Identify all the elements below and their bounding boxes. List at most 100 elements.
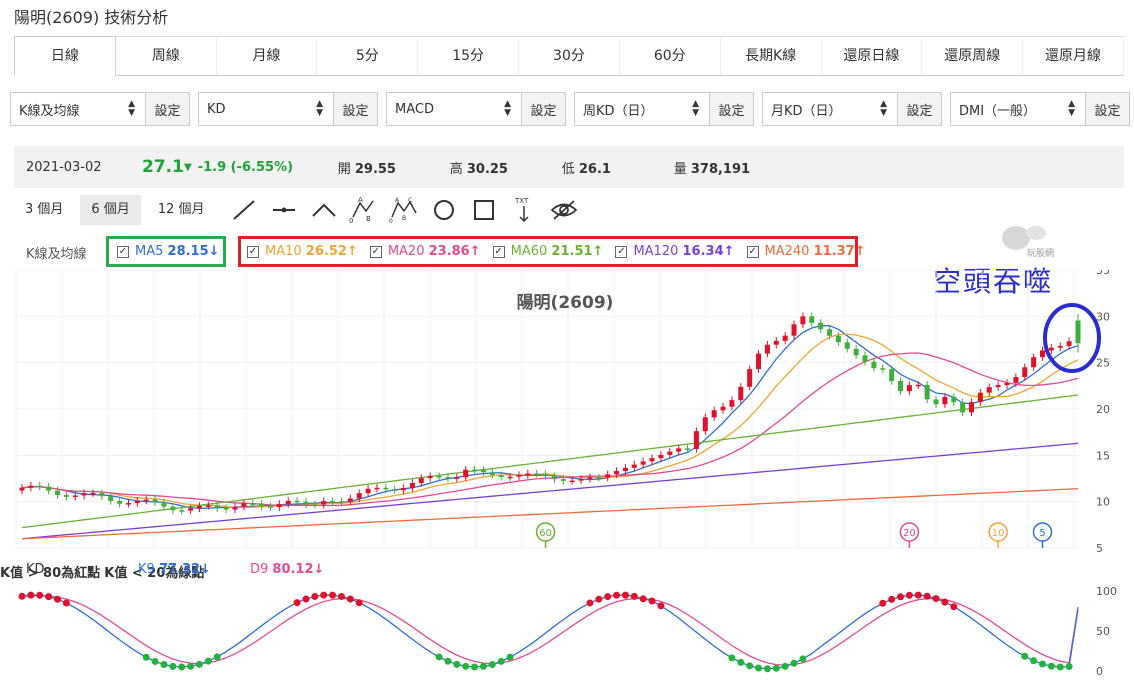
kd-green-dot xyxy=(772,664,780,672)
indicator-select-4[interactable]: 周KD（日） ▲ ▼ xyxy=(575,93,710,125)
range-3m-button[interactable]: 3 個月 xyxy=(14,195,74,225)
kd-red-dot xyxy=(604,593,612,601)
kd-green-dot xyxy=(213,653,221,661)
ma20-value: 23.86↑ xyxy=(428,244,481,259)
candle-body xyxy=(827,329,833,336)
indicator-select-5[interactable]: 月KD（日） ▲ ▼ xyxy=(763,93,898,125)
y-tick-label: 10 xyxy=(1096,496,1110,509)
tab-long-term[interactable]: 長期K線 xyxy=(720,36,822,75)
candle-body xyxy=(631,464,637,468)
ma5-toggle[interactable]: ✓ MA5 28.15↓ xyxy=(117,244,220,259)
checkbox-icon[interactable]: ✓ xyxy=(615,245,628,258)
tab-15min[interactable]: 15分 xyxy=(418,36,520,75)
candle-body xyxy=(392,489,398,491)
candle-body xyxy=(667,451,673,455)
y-tick-label: 5 xyxy=(1096,542,1103,555)
kd-red-dot xyxy=(293,599,301,607)
settings-button-5[interactable]: 設定 xyxy=(898,93,941,125)
candle-body xyxy=(711,410,717,418)
tab-adjusted-daily[interactable]: 還原日線 xyxy=(821,36,923,75)
kd-green-dot xyxy=(497,657,505,665)
horizontal-line-icon[interactable] xyxy=(266,195,302,225)
indicator-group-6: DMI（一般） ▲ ▼ 設定 xyxy=(950,92,1130,126)
watermark-text: 玩股網 xyxy=(1027,247,1054,258)
ma5-value: 28.15↓ xyxy=(167,244,220,259)
settings-button-1[interactable]: 設定 xyxy=(146,93,189,125)
candle-body xyxy=(312,504,318,507)
kd-red-dot xyxy=(320,591,328,599)
moving-average-lines xyxy=(21,325,1079,540)
page-title: 陽明(2609) 技術分析 xyxy=(14,8,169,27)
kd-green-dot xyxy=(790,659,798,667)
candle-body xyxy=(214,505,220,509)
checkbox-icon[interactable]: ✓ xyxy=(746,245,759,258)
kd-red-dot xyxy=(879,599,887,607)
kd-red-dot xyxy=(941,598,949,606)
tab-30min[interactable]: 30分 xyxy=(519,36,620,75)
circle-tool-icon[interactable] xyxy=(426,195,462,225)
checkbox-icon[interactable]: ✓ xyxy=(117,245,129,258)
settings-button-2[interactable]: 設定 xyxy=(334,93,377,125)
ma240-name: MA240 xyxy=(764,244,810,259)
candle-body xyxy=(1066,341,1072,346)
kd-green-dot xyxy=(1039,660,1047,668)
checkbox-icon[interactable]: ✓ xyxy=(369,245,382,258)
kd-green-dot xyxy=(1030,657,1038,665)
kd-green-dot xyxy=(142,653,150,661)
indicator-select-6[interactable]: DMI（一般） ▲ ▼ xyxy=(951,93,1086,125)
candle-body xyxy=(933,399,939,405)
text-tool-label: TXT xyxy=(514,197,529,205)
checkbox-icon[interactable]: ✓ xyxy=(247,245,259,258)
ma240-toggle[interactable]: ✓ MA240 11.37↑ xyxy=(746,244,866,259)
ma10-toggle[interactable]: ✓ MA10 26.52↑ xyxy=(247,244,358,259)
ma60-line xyxy=(21,394,1079,529)
abc-pattern-icon[interactable]: A B 0 xyxy=(346,195,382,225)
angle-tool-icon[interactable] xyxy=(306,195,342,225)
line-tool-icon[interactable] xyxy=(226,195,262,225)
settings-button-6[interactable]: 設定 xyxy=(1086,93,1129,125)
checkbox-icon[interactable]: ✓ xyxy=(492,245,505,258)
candle-body xyxy=(338,501,344,503)
text-tool-icon[interactable]: TXT xyxy=(506,195,542,225)
y-tick-label: 25 xyxy=(1096,357,1110,370)
tab-adjusted-monthly[interactable]: 還原月線 xyxy=(1023,36,1124,75)
quote-low-value: 26.1 xyxy=(578,161,611,177)
kd-green-dot xyxy=(160,661,168,669)
candle-body xyxy=(685,448,691,450)
candle-body xyxy=(489,472,495,476)
down-triangle-icon: ▼ xyxy=(184,161,192,173)
ma20-toggle[interactable]: ✓ MA20 23.86↑ xyxy=(369,244,481,259)
kd-chart: 100 50 0 xyxy=(18,585,1117,678)
hide-icon[interactable] xyxy=(546,195,582,225)
indicator-select-2[interactable]: KD ▲ ▼ xyxy=(199,93,334,125)
tab-adjusted-weekly[interactable]: 還原周線 xyxy=(922,36,1024,75)
indicator-select-1[interactable]: K線及均線 ▲ ▼ xyxy=(11,93,146,125)
kd-red-dot xyxy=(621,591,629,599)
ma60-toggle[interactable]: ✓ MA60 21.51↑ xyxy=(492,244,603,259)
indicator-group-2: KD ▲ ▼ 設定 xyxy=(198,92,378,126)
kd-green-dot xyxy=(737,658,745,666)
rectangle-tool-icon[interactable] xyxy=(466,195,502,225)
candle-body xyxy=(942,396,948,405)
settings-button-3[interactable]: 設定 xyxy=(522,93,565,125)
kd-green-dot xyxy=(151,657,159,665)
range-12m-button[interactable]: 12 個月 xyxy=(147,195,216,225)
ma120-toggle[interactable]: ✓ MA120 16.34↑ xyxy=(615,244,735,259)
settings-button-4[interactable]: 設定 xyxy=(710,93,753,125)
kd-red-dot xyxy=(18,592,26,600)
tab-daily[interactable]: 日線 xyxy=(14,36,116,76)
tab-weekly[interactable]: 周線 xyxy=(115,36,217,75)
range-6m-button[interactable]: 6 個月 xyxy=(80,195,141,225)
abcd-pattern-icon[interactable]: A C B 0 xyxy=(386,195,422,225)
candles xyxy=(19,312,1081,515)
tab-60min[interactable]: 60分 xyxy=(619,36,721,75)
candle-body xyxy=(1022,367,1028,377)
candle-body xyxy=(649,458,655,462)
candle-body xyxy=(54,490,60,496)
tab-5min[interactable]: 5分 xyxy=(317,36,419,75)
candle-body xyxy=(409,483,415,489)
tab-monthly[interactable]: 月線 xyxy=(216,36,318,75)
candle-body xyxy=(569,480,575,483)
indicator-select-3[interactable]: MACD ▲ ▼ xyxy=(387,93,522,125)
candle-body xyxy=(818,322,824,330)
